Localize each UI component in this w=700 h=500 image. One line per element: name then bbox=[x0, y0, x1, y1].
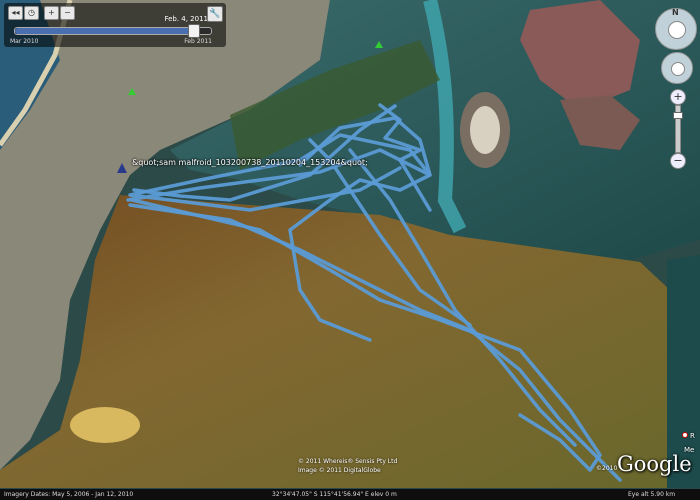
move-center-icon[interactable] bbox=[671, 62, 685, 76]
track-start-marker-icon[interactable] bbox=[117, 163, 127, 173]
wrench-icon[interactable]: 🔧 bbox=[207, 6, 223, 22]
park-marker-icon[interactable] bbox=[375, 41, 383, 48]
compass-control[interactable]: N bbox=[655, 8, 697, 50]
current-date: Feb. 4, 2011 bbox=[164, 15, 208, 23]
island-1-sand bbox=[470, 106, 500, 154]
imagery-year: ©2010 bbox=[596, 465, 618, 472]
place-label[interactable]: R bbox=[682, 432, 695, 440]
zoom-in-button[interactable]: + bbox=[670, 89, 686, 105]
rewind-icon[interactable]: ◂◂ bbox=[8, 6, 23, 20]
time-start-label: Mar 2010 bbox=[10, 38, 39, 45]
park-marker-icon[interactable] bbox=[128, 88, 136, 95]
clock-icon[interactable]: ◷ bbox=[24, 6, 39, 20]
compass-center-icon[interactable] bbox=[668, 21, 686, 39]
place-label-2[interactable]: Me bbox=[684, 446, 694, 454]
sand-spit bbox=[70, 407, 140, 443]
time-slider-track[interactable] bbox=[14, 24, 212, 38]
pointer-coordinates: 32°34'47.05" S 115°41'56.94" E elev 0 m bbox=[272, 491, 397, 498]
zoom-out-button[interactable]: − bbox=[670, 153, 686, 169]
time-slider-thumb[interactable] bbox=[188, 24, 201, 38]
eye-altitude: Eye alt 5.90 km bbox=[628, 491, 676, 498]
time-slider-panel: ◂◂ ◷ + − Feb. 4, 2011 Mar 2010 Feb 2011 … bbox=[4, 3, 226, 47]
place-label-text: R bbox=[690, 432, 695, 440]
google-logo: Google bbox=[617, 452, 692, 476]
attribution: © 2011 Whereis® Sensis Pty Ltd Image © 2… bbox=[298, 457, 397, 475]
status-bar: Imagery Dates: May 5, 2006 - Jan 12, 201… bbox=[0, 489, 700, 500]
zoom-slider-track[interactable] bbox=[673, 105, 683, 153]
move-control[interactable] bbox=[661, 52, 693, 84]
zoom-out-time-icon[interactable]: − bbox=[60, 6, 75, 20]
place-dot-icon bbox=[682, 432, 688, 438]
imagery-dates: Imagery Dates: May 5, 2006 - Jan 12, 201… bbox=[4, 491, 134, 498]
zoom-slider-thumb[interactable] bbox=[673, 112, 683, 119]
time-slider-fill bbox=[15, 28, 194, 34]
track-label[interactable]: &quot;sam malfroid_103200738_20110204_15… bbox=[132, 158, 368, 167]
satellite-imagery bbox=[0, 0, 700, 500]
attribution-line-2: Image © 2011 DigitalGlobe bbox=[298, 467, 381, 474]
north-label: N bbox=[672, 8, 679, 17]
zoom-control: + − bbox=[670, 89, 686, 169]
time-end-label: Feb 2011 bbox=[184, 38, 212, 45]
map-view[interactable]: ◂◂ ◷ + − Feb. 4, 2011 Mar 2010 Feb 2011 … bbox=[0, 0, 700, 500]
attribution-line-1: © 2011 Whereis® Sensis Pty Ltd bbox=[298, 458, 398, 465]
zoom-in-time-icon[interactable]: + bbox=[44, 6, 59, 20]
